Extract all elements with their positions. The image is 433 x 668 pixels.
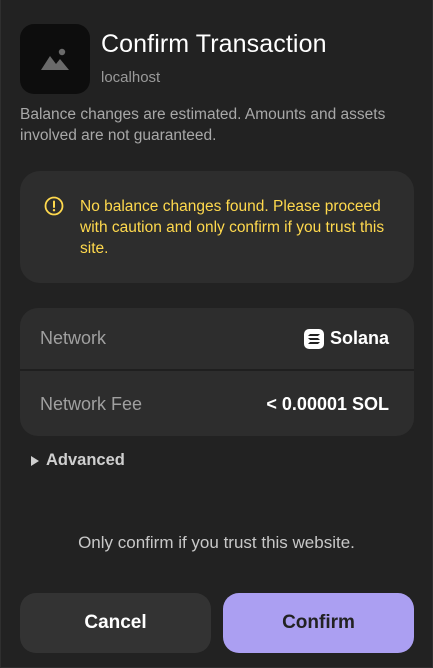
warning-text: No balance changes found. Please proceed… [80,198,385,257]
advanced-toggle[interactable]: Advanced [31,451,125,470]
warning-banner: No balance changes found. Please proceed… [20,171,414,283]
fee-label: Network Fee [40,394,143,414]
page-title: Confirm Transaction [101,30,327,58]
header: Confirm Transaction localhost [20,22,415,94]
image-placeholder-icon [20,24,90,94]
trust-note: Only confirm if you trust this website. [78,533,355,552]
fee-row: Network Fee < 0.00001 SOL [20,373,414,436]
network-label: Network [40,328,107,348]
network-value: Solana [303,328,389,349]
alert-circle-icon [44,196,64,216]
fee-value: < 0.00001 SOL [266,394,389,414]
site-origin: localhost [101,69,161,86]
solana-icon [303,328,324,349]
transaction-details: Network Solana Network Fee < 0.00001 SOL [20,308,414,436]
caret-right-icon [31,455,39,466]
network-row: Network Solana [20,308,414,371]
network-name: Solana [329,328,389,348]
estimate-notice: Balance changes are estimated. Amounts a… [20,106,386,144]
cancel-button[interactable]: Cancel [20,593,211,653]
confirm-button[interactable]: Confirm [223,593,414,653]
advanced-label: Advanced [46,451,125,469]
